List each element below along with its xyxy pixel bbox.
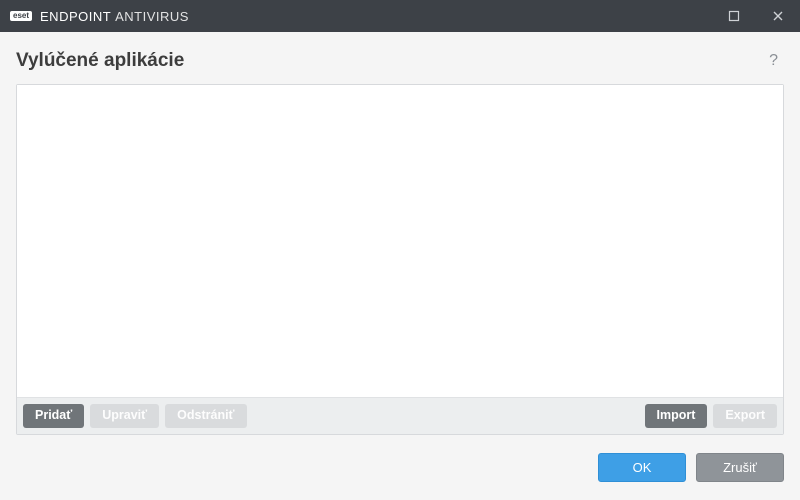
brand-text: ENDPOINT ANTIVIRUS bbox=[40, 9, 189, 24]
brand-product-light: ANTIVIRUS bbox=[115, 9, 189, 24]
close-icon bbox=[772, 10, 784, 22]
dialog-footer: OK Zrušiť bbox=[0, 435, 800, 500]
help-icon: ? bbox=[769, 52, 778, 69]
excluded-apps-list[interactable] bbox=[17, 85, 783, 397]
content-area: Vylúčené aplikácie ? Pridať Upraviť Odst… bbox=[0, 32, 800, 435]
brand-product-strong: ENDPOINT bbox=[40, 9, 111, 24]
page-title: Vylúčené aplikácie bbox=[16, 50, 184, 72]
app-window: eset ENDPOINT ANTIVIRUS Vylúčené aplikác… bbox=[0, 0, 800, 500]
cancel-button[interactable]: Zrušiť bbox=[696, 453, 784, 482]
add-button[interactable]: Pridať bbox=[23, 404, 84, 429]
window-controls bbox=[712, 0, 800, 32]
panel-toolbar: Pridať Upraviť Odstrániť Import Export bbox=[17, 397, 783, 435]
maximize-button[interactable] bbox=[712, 0, 756, 32]
titlebar: eset ENDPOINT ANTIVIRUS bbox=[0, 0, 800, 32]
brand: eset ENDPOINT ANTIVIRUS bbox=[10, 9, 189, 24]
page-header: Vylúčené aplikácie ? bbox=[16, 48, 784, 74]
edit-button: Upraviť bbox=[90, 404, 159, 429]
ok-button[interactable]: OK bbox=[598, 453, 686, 482]
excluded-apps-panel: Pridať Upraviť Odstrániť Import Export bbox=[16, 84, 784, 435]
export-button: Export bbox=[713, 404, 777, 429]
maximize-icon bbox=[728, 10, 740, 22]
help-button[interactable]: ? bbox=[763, 48, 784, 74]
brand-badge: eset bbox=[10, 11, 32, 21]
remove-button: Odstrániť bbox=[165, 404, 246, 429]
close-button[interactable] bbox=[756, 0, 800, 32]
import-button[interactable]: Import bbox=[645, 404, 708, 429]
